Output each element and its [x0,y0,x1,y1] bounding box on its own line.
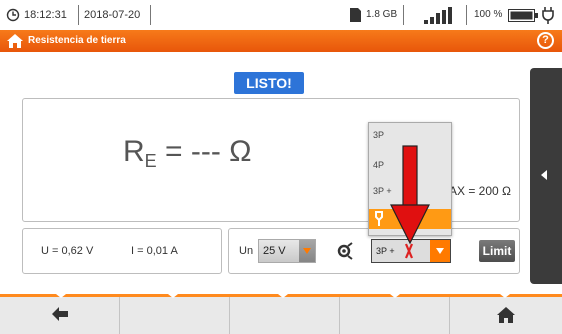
home-icon [497,307,515,323]
voltage-select-dropdown-button[interactable] [299,240,315,262]
toolbar-notch [278,294,288,298]
status-divider [466,5,467,25]
current-reading: I = 0,01 A [131,245,178,257]
voltage-reading: U = 0,62 V [41,245,94,257]
range-max-label: AX = 200 Ω [448,184,511,198]
resistance-symbol: R [123,135,145,168]
sd-card-icon [350,8,361,22]
status-time: 18:12:31 [24,9,67,21]
home-icon[interactable] [6,32,24,50]
status-divider [78,5,79,25]
clamp-icon [337,242,353,260]
page-title: Resistencia de tierra [28,35,126,46]
toolbar-notch [168,294,178,298]
back-arrow-icon [51,307,68,321]
resistance-value: = --- Ω [156,135,252,168]
toolbar-slot [120,297,230,334]
mode-select[interactable]: 3P + [371,239,451,263]
resistance-subscript: E [144,151,157,171]
un-label: Un [239,245,254,257]
status-divider [403,5,404,25]
chevron-left-icon [541,170,547,180]
limit-button[interactable]: Limit [479,240,515,262]
dropdown-option[interactable]: 4P [369,155,451,175]
clamp-option-icon [375,211,383,226]
dropdown-option[interactable]: 3P + [369,181,451,201]
clock-icon [6,8,20,22]
voltage-select-value: 25 V [263,245,286,257]
status-divider [150,5,151,25]
back-button[interactable] [0,297,120,334]
state-badge: LISTO! [234,72,304,94]
status-date: 2018-07-20 [84,9,141,21]
status-bar: 18:12:31 2018-07-20 1.8 GB 100 % [0,0,562,30]
toolbar-notch [500,294,510,298]
clamp-pair-icon [404,243,414,259]
plug-icon [542,7,554,24]
home-button[interactable] [450,297,562,334]
chevron-down-icon [303,248,311,254]
voltage-select[interactable]: 25 V [258,239,316,263]
mode-select-value: 3P + [376,246,395,256]
signal-icon [424,7,452,24]
chevron-down-icon [436,248,444,254]
battery-icon [508,9,538,22]
status-battery-percent: 100 % [474,9,503,20]
mode-dropdown-list: 3P 4P 3P + [368,122,452,236]
mode-select-dropdown-button[interactable] [430,240,450,262]
title-bar: Resistencia de tierra ? [0,30,562,52]
help-icon[interactable]: ? [537,32,554,49]
dropdown-option-selected[interactable] [369,209,451,229]
resistance-reading: RE = --- Ω [123,135,252,171]
dropdown-option[interactable]: 3P [369,125,451,145]
toolbar-slot [340,297,450,334]
status-storage: 1.8 GB [366,9,398,20]
toolbar-notch [56,294,66,298]
side-panel-toggle[interactable] [530,68,562,284]
bottom-toolbar [0,294,562,334]
readings-panel: U = 0,62 V I = 0,01 A [22,228,222,274]
toolbar-slot [230,297,340,334]
toolbar-notch [390,294,400,298]
